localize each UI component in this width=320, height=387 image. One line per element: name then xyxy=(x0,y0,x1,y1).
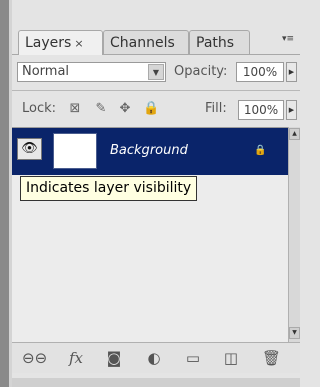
mask-icon[interactable]: ◙ xyxy=(105,348,123,368)
panel-tab-bar: Layers × Channels Paths xyxy=(12,30,300,55)
divider xyxy=(12,90,300,91)
window-control-icon[interactable]: — xyxy=(213,0,225,5)
layer-thumbnail[interactable] xyxy=(53,133,97,169)
new-layer-icon[interactable]: ◫ xyxy=(222,348,240,368)
window-control-icon[interactable]: — xyxy=(253,0,265,5)
opacity-field[interactable]: 100% xyxy=(236,62,284,82)
blend-mode-value: Normal xyxy=(22,64,70,79)
fill-arrow-icon[interactable]: ▶ xyxy=(286,100,297,120)
layer-lock-icon: 🔒 xyxy=(254,145,267,156)
tab-paths[interactable]: Paths xyxy=(189,30,250,54)
panel-bottom-edge xyxy=(12,378,300,387)
eye-icon[interactable]: 👁 xyxy=(17,138,42,160)
adjustment-icon[interactable]: ◐ xyxy=(142,348,166,368)
fill-label: Fill: xyxy=(205,101,227,116)
scroll-up-icon[interactable]: ▲ xyxy=(289,128,300,140)
fx-icon[interactable]: fx xyxy=(62,348,90,368)
tab-channels[interactable]: Channels xyxy=(103,30,189,54)
opacity-arrow-icon[interactable]: ▶ xyxy=(286,62,297,82)
brush-icon[interactable]: ✎ xyxy=(93,101,109,117)
scroll-down-icon[interactable]: ▼ xyxy=(289,327,300,339)
lock-icon[interactable]: 🔒 xyxy=(143,101,159,117)
lock-label: Lock: xyxy=(22,101,57,116)
tab-channels-label: Channels xyxy=(110,35,175,51)
checker-icon[interactable]: ⊠ xyxy=(67,101,83,117)
window-left-frame xyxy=(0,0,9,387)
tooltip: Indicates layer visibility xyxy=(20,176,198,201)
trash-icon[interactable]: 🗑 xyxy=(262,348,281,368)
fill-field[interactable]: 100% xyxy=(238,100,284,120)
scrollbar[interactable] xyxy=(288,127,300,342)
tab-paths-label: Paths xyxy=(196,35,235,51)
layer-name[interactable]: Background xyxy=(110,143,188,158)
move-icon[interactable]: ✥ xyxy=(117,101,133,117)
panel-menu-icon[interactable]: ▾≡ xyxy=(282,34,296,50)
link-icon[interactable]: ⊖⊖ xyxy=(22,348,47,368)
tab-close-icon[interactable]: × xyxy=(74,37,83,50)
tab-layers[interactable]: Layers × xyxy=(18,30,103,55)
blend-mode-select[interactable]: Normal ▼ xyxy=(17,62,166,82)
tab-layers-label: Layers xyxy=(25,35,72,51)
opacity-label: Opacity: xyxy=(174,64,228,79)
folder-icon[interactable]: ▭ xyxy=(184,348,202,368)
chevron-down-icon[interactable]: ▼ xyxy=(148,64,164,80)
